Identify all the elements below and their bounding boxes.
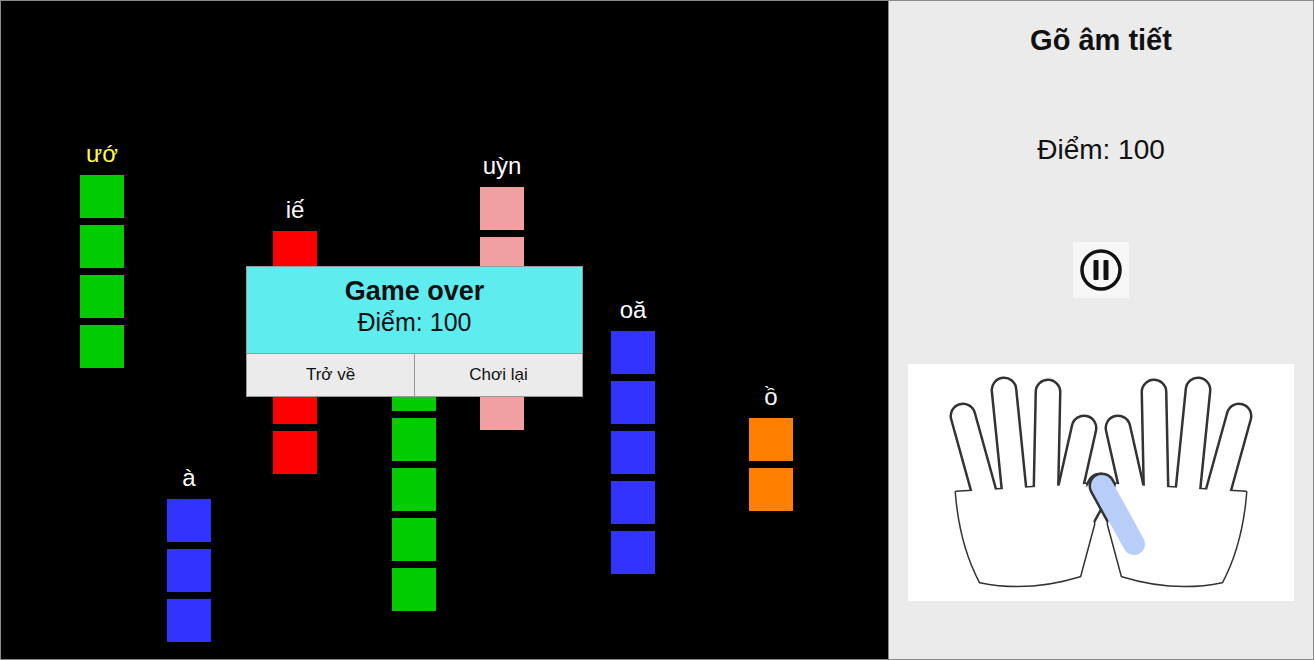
side-panel: Gõ âm tiết Điểm: 100 (889, 1, 1313, 659)
pause-button[interactable] (1073, 242, 1129, 298)
falling-column: ồ (749, 385, 793, 518)
falling-block (392, 518, 436, 561)
falling-block (749, 418, 793, 461)
left-hand-icon (956, 390, 1100, 586)
falling-block (392, 418, 436, 461)
right-hand-icon (1102, 390, 1246, 586)
left-pinky-finger-icon (963, 416, 986, 499)
left-middle-finger-icon (1046, 392, 1048, 489)
falling-block (611, 381, 655, 424)
falling-block (611, 481, 655, 524)
falling-block (167, 599, 211, 642)
falling-block (611, 431, 655, 474)
falling-column: ướ (80, 142, 124, 375)
syllable-label: à (137, 466, 241, 490)
falling-block (167, 549, 211, 592)
score-label: Điểm: 100 (1037, 133, 1165, 167)
left-index-finger-icon (1068, 428, 1084, 499)
back-button[interactable]: Trở về (247, 354, 414, 396)
falling-block (392, 468, 436, 511)
falling-column: à (167, 466, 211, 649)
hands-guide (908, 364, 1294, 601)
pause-icon (1078, 247, 1124, 293)
hands-figure (908, 364, 1294, 601)
falling-block (80, 325, 124, 368)
falling-block (273, 431, 317, 474)
right-thumb-finger-icon (1102, 486, 1134, 544)
syllable-label: ướ (50, 142, 154, 166)
right-ring-finger-icon (1188, 390, 1198, 489)
falling-block (80, 225, 124, 268)
falling-column: oă (611, 298, 655, 581)
right-middle-finger-icon (1154, 392, 1156, 489)
dialog-header: Game overĐiểm: 100 (247, 267, 582, 353)
game-title: Gõ âm tiết (1030, 23, 1172, 58)
falling-block (611, 331, 655, 374)
game-field: ướàiế uỳnoăồGame overĐiểm: 100Trở vềChơi… (1, 1, 889, 659)
right-index-finger-icon (1118, 428, 1134, 499)
falling-block (80, 175, 124, 218)
syllable-label: ồ (719, 385, 823, 409)
falling-block (392, 568, 436, 611)
falling-block (167, 499, 211, 542)
left-ring-finger-icon (1004, 390, 1014, 489)
dialog-score: Điểm: 100 (247, 307, 582, 337)
falling-block (749, 468, 793, 511)
dialog-buttons: Trở vềChơi lại (247, 353, 582, 396)
syllable-label: oă (581, 298, 685, 322)
syllable-label: uỳn (450, 154, 554, 178)
falling-block (80, 275, 124, 318)
dialog-title: Game over (247, 275, 582, 307)
game-over-dialog: Game overĐiểm: 100Trở vềChơi lại (246, 266, 583, 397)
replay-button[interactable]: Chơi lại (414, 354, 582, 396)
syllable-label: iế (243, 198, 347, 222)
falling-block (611, 531, 655, 574)
falling-block (480, 187, 524, 230)
right-pinky-finger-icon (1216, 416, 1239, 499)
